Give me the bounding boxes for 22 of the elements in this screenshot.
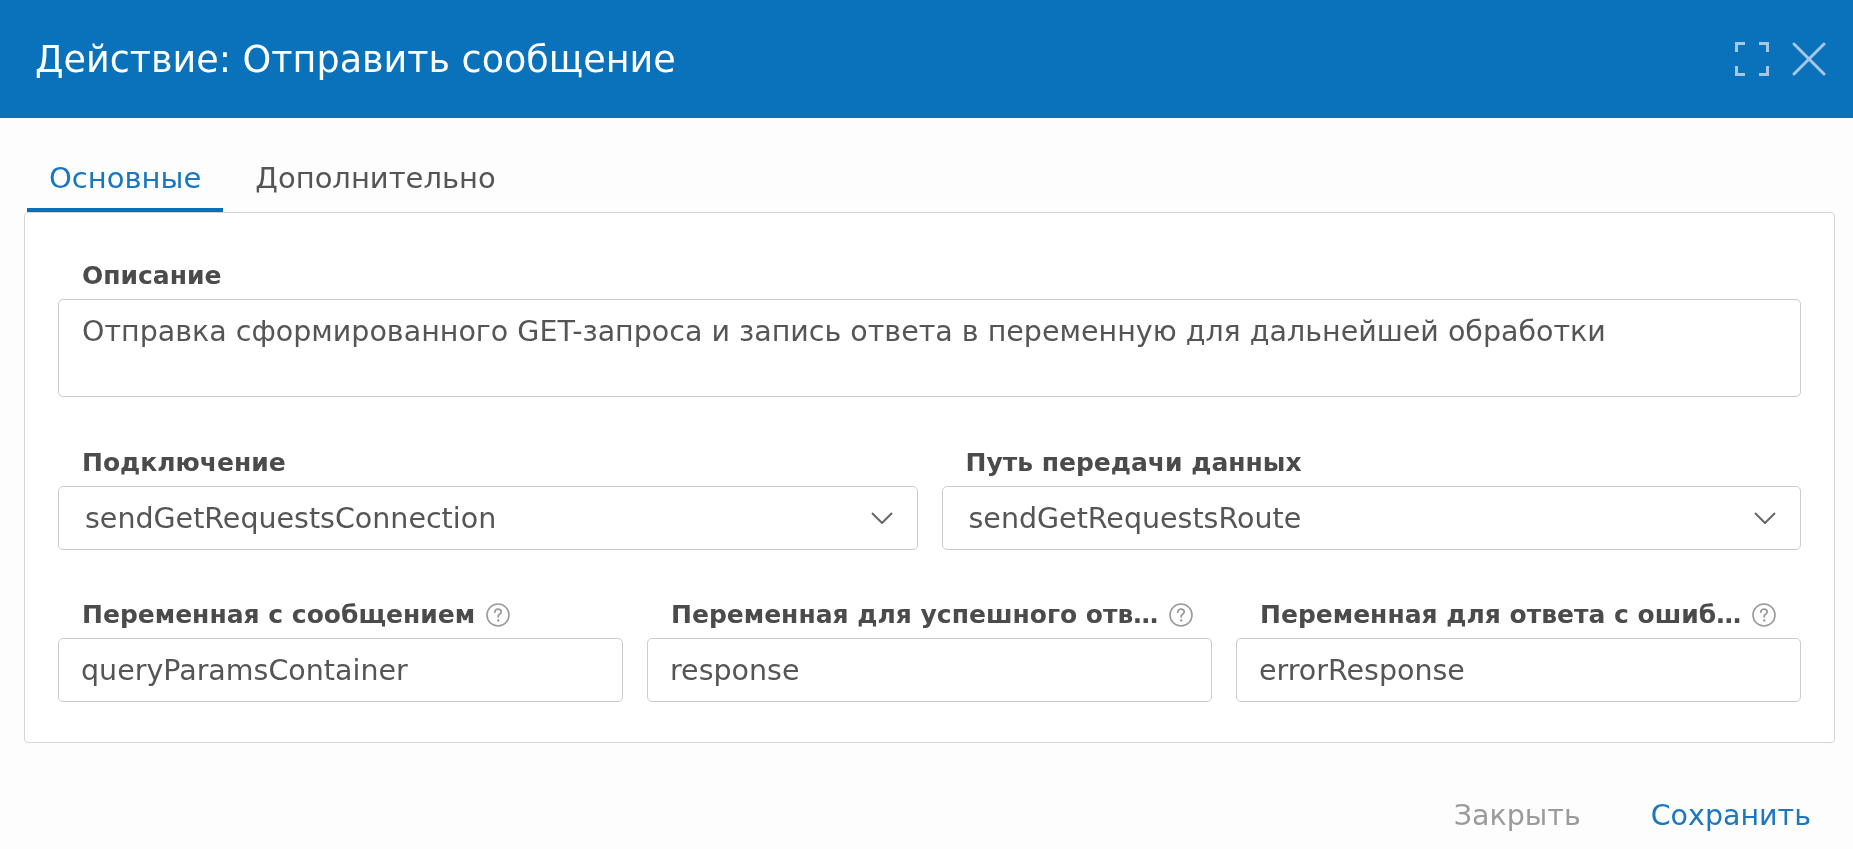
select-field[interactable]: sendGetRequestsRoute <box>941 486 1801 550</box>
field-label: Путь передачи данных <box>965 447 1302 479</box>
field-label: Подключение <box>82 447 286 479</box>
caret-icon <box>1754 512 1776 524</box>
dialog-title: Действие: Отправить сообщение <box>35 37 677 81</box>
help-icon[interactable] <box>1752 603 1777 627</box>
save-button[interactable]: Сохранить <box>1642 798 1819 834</box>
field-label: Описание <box>82 260 222 292</box>
tab[interactable]: Дополнительно <box>233 140 518 212</box>
field-label: Переменная для успешного отв… <box>671 599 1159 631</box>
description-field[interactable]: Отправка сформированного GET-запроса и запись ответа в переменную для дальнейшей обработки <box>58 299 1801 397</box>
help-icon[interactable] <box>1169 603 1194 627</box>
input-field[interactable]: errorResponse <box>1236 638 1801 702</box>
help-icon[interactable] <box>486 603 511 627</box>
caret-icon <box>870 512 893 524</box>
field-label: Переменная с сообщением <box>82 599 476 631</box>
field-label: Переменная для ответа с ошиб… <box>1260 599 1742 631</box>
input-field[interactable]: response <box>647 638 1212 702</box>
close-icon[interactable] <box>1792 42 1826 76</box>
input-field[interactable]: queryParamsContainer <box>58 638 623 702</box>
maximize-icon[interactable] <box>1735 42 1769 76</box>
select-field[interactable]: sendGetRequestsConnection <box>58 486 918 550</box>
